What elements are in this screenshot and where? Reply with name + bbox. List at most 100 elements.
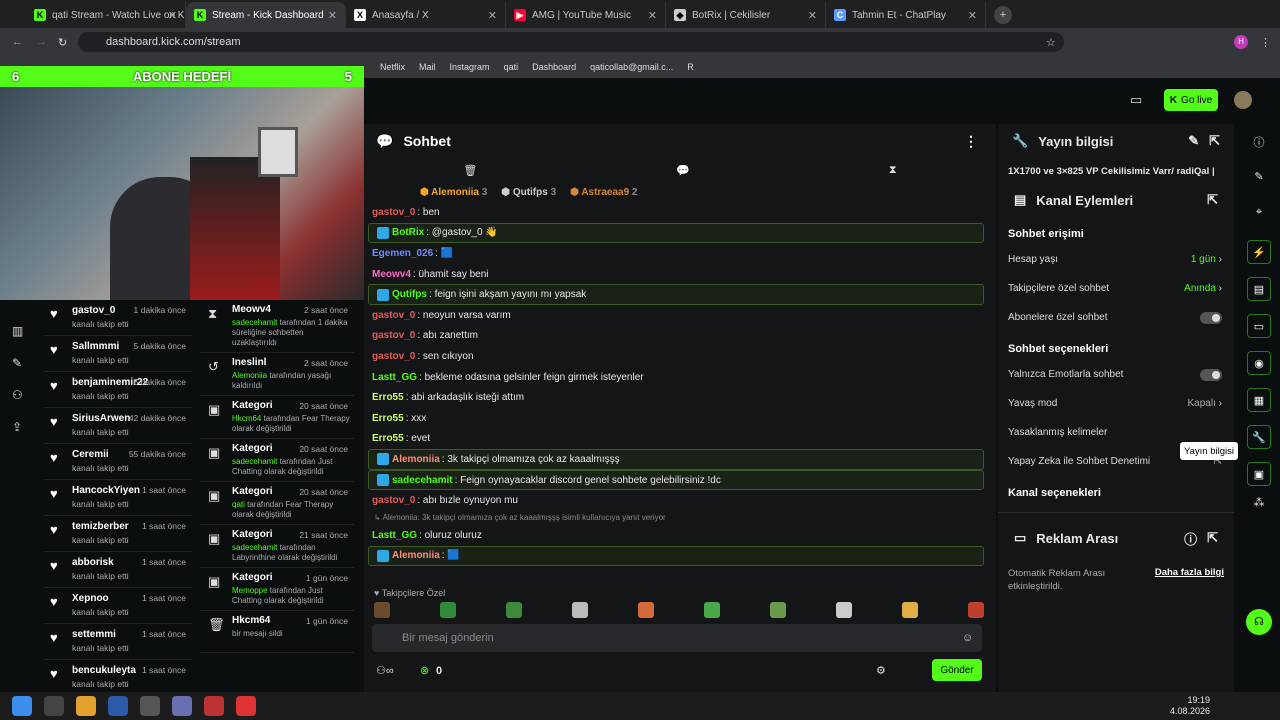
chat-username[interactable]: Lastt_GG [372, 530, 417, 541]
emote-icon[interactable] [968, 602, 984, 618]
reload-icon[interactable]: ↻ [58, 36, 67, 49]
tools-icon[interactable]: ✎ [12, 356, 22, 370]
close-icon[interactable]: ✕ [808, 9, 817, 22]
emotes-only-option[interactable]: Yalnızca Emotlarla sohbet [998, 360, 1234, 389]
hourglass-icon[interactable]: ⧗ [889, 164, 897, 177]
chat-username[interactable]: BotRix [392, 227, 424, 238]
close-icon[interactable]: ✕ [968, 9, 977, 22]
emoji-icon[interactable]: ☺ [962, 632, 973, 644]
tab-chatplay[interactable]: C Tahmin Et - ChatPlay ✕ [826, 2, 986, 28]
chat-message[interactable]: Qutifps: feign işini akşam yayını mı yap… [368, 284, 984, 305]
chat-username[interactable]: gastov_0 [372, 330, 415, 341]
close-icon[interactable]: ✕ [488, 9, 497, 22]
broadcast-icon[interactable]: ◉ [1247, 351, 1271, 375]
trash-icon[interactable]: 🗑 [463, 164, 477, 177]
tab-x[interactable]: X Anasayfa / X ✕ [346, 2, 506, 28]
chat-username[interactable]: gastov_0 [372, 207, 415, 218]
bookmark-item[interactable]: Mail [419, 62, 436, 72]
chat-message[interactable]: Egemen_026: 🟦 [364, 243, 996, 264]
analytics-icon[interactable]: ▥ [12, 324, 23, 338]
chat-message[interactable]: Erro55: xxx [364, 408, 996, 429]
users-icon[interactable]: ⚇∞ [376, 664, 394, 677]
back-icon[interactable]: ← [12, 36, 23, 48]
emote-icon[interactable] [836, 602, 852, 618]
menu-icon[interactable]: ⋮ [1260, 36, 1271, 49]
chat-username[interactable]: gastov_0 [372, 351, 415, 362]
list-icon[interactable]: ▦ [1247, 388, 1271, 412]
search-icon[interactable] [44, 696, 64, 716]
chat-username[interactable]: Egemen_026 [372, 248, 433, 259]
emote-icon[interactable] [572, 602, 588, 618]
url-field[interactable]: dashboard.kick.com/stream [78, 32, 1064, 52]
bookmark-item[interactable]: qati [504, 62, 519, 72]
bookmark-item[interactable]: Netflix [380, 62, 405, 72]
app-icon[interactable] [236, 696, 256, 716]
chat-message[interactable]: Alemoniia: 🟦 [368, 545, 984, 567]
chat-message[interactable]: gastov_0: sen cıkıyon [364, 346, 996, 367]
chat-message[interactable]: Alemoniia: 3k takipçi olmamıza çok az ka… [368, 449, 984, 470]
community-icon[interactable]: ⚇ [12, 388, 23, 402]
chat-username[interactable]: Alemoniia [392, 550, 440, 561]
emote-icon[interactable] [440, 602, 456, 618]
chat-username[interactable]: gastov_0 [372, 310, 415, 321]
chat-message[interactable]: Lastt_GG: oluruz oluruz [364, 525, 996, 546]
emotes-only-toggle[interactable] [1200, 368, 1222, 381]
upload-icon[interactable]: ⇪ [12, 420, 22, 434]
chat-username[interactable]: sadecehamit [392, 475, 453, 486]
emote-icon[interactable] [638, 602, 654, 618]
info-icon[interactable]: ⓘ [1238, 134, 1280, 160]
followers-only-option[interactable]: Takipçilere özel sohbet Anında › [998, 274, 1234, 303]
support-icon[interactable]: ☊ [1246, 609, 1272, 635]
chat-username[interactable]: Lastt_GG [372, 372, 417, 383]
subs-only-toggle[interactable] [1200, 311, 1222, 324]
popout-icon[interactable]: ⇱ [1207, 192, 1218, 208]
document-icon[interactable]: ▤ [1247, 277, 1271, 301]
chrome-icon[interactable] [76, 696, 96, 716]
windows-start-icon[interactable] [12, 696, 32, 716]
send-button[interactable]: Gönder [932, 659, 982, 681]
tab-kick-stream[interactable]: Kqati Stream - Watch Live on Kick ✕ [26, 2, 186, 28]
chat-message[interactable]: sadecehamit: Feign oynayacaklar discord … [368, 469, 984, 491]
close-icon[interactable]: ✕ [328, 9, 337, 22]
app-icon[interactable] [108, 696, 128, 716]
emote-icon[interactable] [704, 602, 720, 618]
tab-kick-dashboard[interactable]: K Stream - Kick Dashboard ✕ [186, 2, 346, 28]
chat-message[interactable]: Lastt_GG: bekleme odasına gelsinler feig… [364, 367, 996, 388]
app-icon[interactable] [172, 696, 192, 716]
close-icon[interactable]: ✕ [168, 9, 177, 22]
emote-icon[interactable] [770, 602, 786, 618]
app-icon[interactable] [140, 696, 160, 716]
stream-preview-icon[interactable]: ▭ [1130, 92, 1142, 108]
edit-icon[interactable]: ✎ [1188, 133, 1199, 149]
chat-message[interactable]: gastov_0: ben [364, 202, 996, 223]
popout-icon[interactable]: ⇱ [1209, 133, 1220, 149]
chat-message[interactable]: Erro55: evet [364, 429, 996, 450]
chat-message[interactable]: BotRix: @gastov_0 👋 [368, 222, 984, 244]
tab-youtube-music[interactable]: ▶ AMG | YouTube Music ✕ [506, 2, 666, 28]
bookmark-item[interactable]: Instagram [450, 62, 490, 72]
chat-username[interactable]: Erro55 [372, 392, 404, 403]
chat-message[interactable]: gastov_0: abı bızle oynuyon mu [364, 490, 996, 511]
popout-icon[interactable]: ⇱ [1207, 530, 1218, 546]
chat-username[interactable]: Qutifps [392, 289, 427, 300]
info-icon[interactable]: ⓘ [1184, 529, 1197, 548]
bookmark-star-icon[interactable]: ☆ [1046, 36, 1056, 49]
chat-message[interactable]: Erro55: abi arkadaşlık isteği attım [364, 387, 996, 408]
chat-message[interactable]: gastov_0: abı zanettım [364, 326, 996, 347]
more-info-link[interactable]: Daha fazla bilgi [1155, 567, 1224, 593]
chat-message[interactable]: gastov_0: neoyun varsa varım [364, 305, 996, 326]
bookmark-item[interactable]: qaticollab@gmail.c... [590, 62, 673, 72]
apps-icon[interactable]: ⁂ [1238, 496, 1280, 509]
new-tab-icon[interactable]: + [994, 6, 1012, 24]
profile-avatar[interactable]: H [1234, 35, 1248, 49]
chat-username[interactable]: Erro55 [372, 433, 404, 444]
chat-bubble-icon[interactable]: 💬 [676, 164, 690, 177]
chat-message[interactable]: Meowv4: ühamit say beni [364, 264, 996, 285]
edit-icon[interactable]: ✎ [1238, 170, 1280, 196]
user-avatar[interactable] [1234, 91, 1252, 109]
forward-icon[interactable]: → [36, 36, 47, 48]
go-live-button[interactable]: K Go live [1164, 89, 1218, 111]
emote-icon[interactable] [374, 602, 390, 618]
chat-username[interactable]: Alemoniia [392, 454, 440, 465]
subs-only-option[interactable]: Abonelere özel sohbet [998, 303, 1234, 332]
